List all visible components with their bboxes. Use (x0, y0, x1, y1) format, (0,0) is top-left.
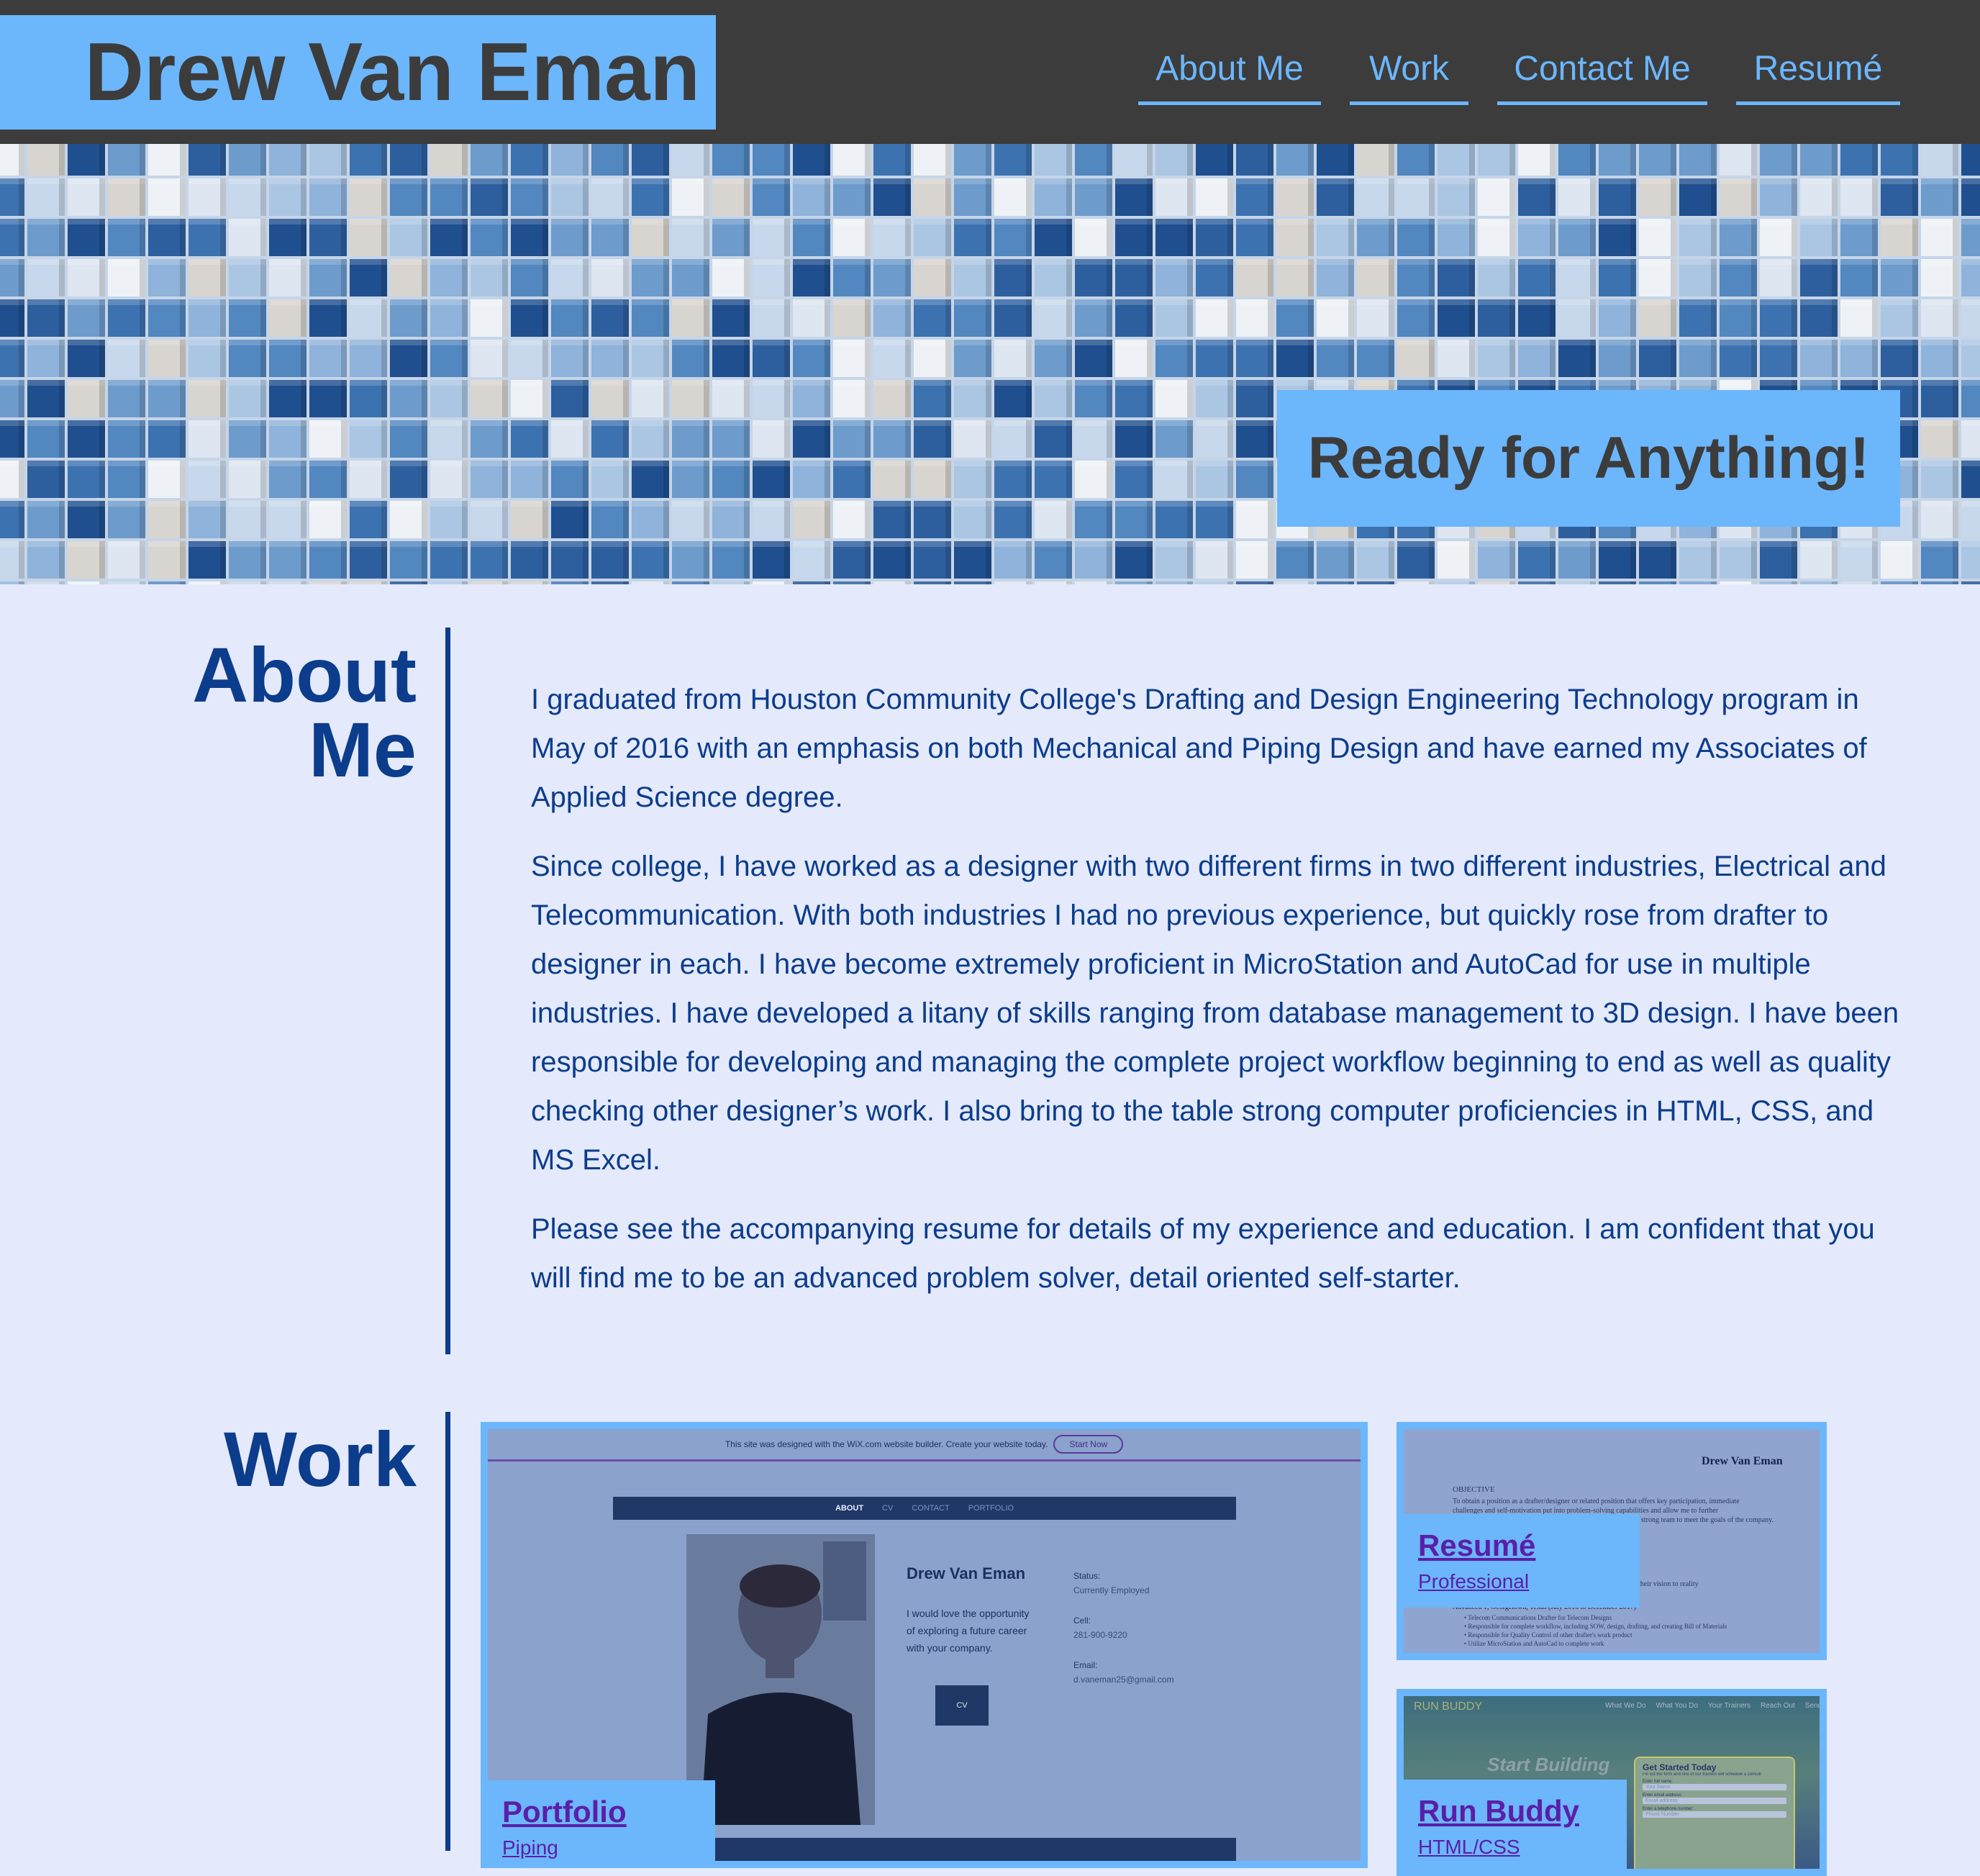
runbuddy-subtitle[interactable]: HTML/CSS (1418, 1836, 1627, 1859)
resume-objective-label: OBJECTIVE (1453, 1485, 1495, 1494)
wix-start-button[interactable]: Start Now (1053, 1435, 1124, 1454)
portfolio-menu-item[interactable]: ABOUT (835, 1504, 863, 1513)
nav-about-me[interactable]: About Me (1138, 43, 1321, 105)
runbuddy-nav: What We Do What You Do Your Trainers Rea… (1605, 1702, 1820, 1710)
runbuddy-nav-item[interactable]: Send (1805, 1702, 1820, 1710)
portfolio-intro: I would love the opportunity of explorin… (907, 1605, 1029, 1657)
about-paragraph: Please see the accompanying resume for d… (531, 1213, 1875, 1294)
status-label: Status: (1073, 1571, 1101, 1581)
portfolio-name: Drew Van Eman (907, 1564, 1026, 1582)
about-heading: About Me (192, 636, 417, 789)
about-paragraph: Since college, I have worked as a design… (531, 851, 1899, 1176)
status-value: Currently Employed (1073, 1585, 1150, 1595)
tagline: Ready for Anything! (1307, 425, 1870, 491)
runbuddy-form: Get Started Today Fill out the form and … (1634, 1757, 1795, 1869)
runbuddy-nav-item[interactable]: What You Do (1656, 1702, 1698, 1710)
about-divider (445, 627, 450, 1354)
runbuddy-nav-item[interactable]: Reach Out (1761, 1702, 1795, 1710)
nav-work[interactable]: Work (1350, 43, 1468, 105)
portfolio-menu-item[interactable]: PORTFOLIO (968, 1504, 1014, 1513)
resume-label: Resumé Professional (1404, 1514, 1640, 1608)
form-subtitle: Fill out the form and one of our trainer… (1643, 1772, 1761, 1777)
resume-link[interactable]: Resumé (1418, 1528, 1640, 1563)
runbuddy-nav-item[interactable]: Your Trainers (1708, 1702, 1750, 1710)
cell-label: Cell: (1073, 1616, 1091, 1626)
portfolio-menu-item[interactable]: CONTACT (912, 1504, 949, 1513)
runbuddy-nav-item[interactable]: What We Do (1605, 1702, 1646, 1710)
form-title: Get Started Today (1643, 1762, 1717, 1772)
hero-banner: Ready for Anything! (0, 144, 1980, 584)
wix-banner: This site was designed with the WiX.com … (488, 1429, 1361, 1462)
about-heading-line2: Me (308, 706, 417, 793)
nav-contact-me[interactable]: Contact Me (1497, 43, 1707, 105)
resume-bullets: • Telecom Communications Drafter for Tel… (1464, 1613, 1727, 1648)
resume-bullet: • Utilize MicroStation and AutoCad to co… (1464, 1640, 1604, 1647)
main-nav: About Me Work Contact Me Resumé (0, 43, 1980, 108)
contact-info: Status: Currently Employed Cell: 281-900… (1073, 1569, 1174, 1687)
phone-field[interactable]: Phone Number (1643, 1811, 1786, 1818)
intro-line: of exploring a future career (907, 1625, 1027, 1636)
runbuddy-logo: RUN BUDDY (1414, 1700, 1483, 1713)
portfolio-menu-item[interactable]: CV (882, 1504, 893, 1513)
cell-value: 281-900-9220 (1073, 1630, 1127, 1640)
portfolio-menu-bar: ABOUT CV CONTACT PORTFOLIO (613, 1497, 1236, 1520)
runbuddy-headline: Start Building (1487, 1754, 1610, 1775)
portfolio-subtitle[interactable]: Piping (502, 1836, 715, 1859)
portfolio-label: Portfolio Piping (488, 1780, 715, 1868)
intro-line: I would love the opportunity (907, 1608, 1030, 1619)
cv-button-label: CV (956, 1701, 968, 1710)
work-heading: Work (223, 1415, 417, 1503)
about-paragraph: I graduated from Houston Community Colle… (531, 684, 1867, 813)
about-heading-line1: About (192, 631, 417, 718)
runbuddy-link[interactable]: Run Buddy (1418, 1794, 1627, 1829)
site-header: Drew Van Eman About Me Work Contact Me R… (0, 0, 1980, 144)
runbuddy-card[interactable]: RUN BUDDY What We Do What You Do Your Tr… (1397, 1689, 1827, 1876)
resume-bullet: • Responsible for complete workflow, inc… (1464, 1623, 1727, 1630)
intro-line: with your company. (907, 1642, 993, 1654)
work-divider (445, 1412, 450, 1851)
objective-line: To obtain a position as a drafter/design… (1453, 1497, 1740, 1505)
email-label: Email: (1073, 1660, 1098, 1670)
resume-bullet: • Responsible for Quality Control of oth… (1464, 1631, 1632, 1639)
tagline-box: Ready for Anything! (1277, 390, 1900, 527)
name-field[interactable]: Your Name (1643, 1784, 1786, 1790)
runbuddy-label: Run Buddy HTML/CSS (1404, 1780, 1627, 1876)
portfolio-link[interactable]: Portfolio (502, 1795, 715, 1829)
portfolio-card[interactable]: This site was designed with the WiX.com … (481, 1422, 1368, 1868)
cv-button[interactable]: CV (935, 1685, 989, 1726)
wix-banner-text: This site was designed with the WiX.com … (725, 1439, 1048, 1449)
resume-vision-line: their vision to reality (1638, 1580, 1699, 1588)
resume-bullet: • Telecom Communications Drafter for Tel… (1464, 1614, 1612, 1621)
resume-card[interactable]: Drew Van Eman OBJECTIVE To obtain a posi… (1397, 1422, 1827, 1660)
resume-subtitle[interactable]: Professional (1418, 1570, 1640, 1593)
about-text: I graduated from Houston Community Colle… (531, 675, 1905, 1323)
email-value: d.vaneman25@gmail.com (1073, 1675, 1174, 1685)
nav-resume[interactable]: Resumé (1736, 43, 1900, 105)
email-field[interactable]: Email address (1643, 1798, 1786, 1804)
resume-doc-name: Drew Van Eman (1702, 1455, 1783, 1467)
